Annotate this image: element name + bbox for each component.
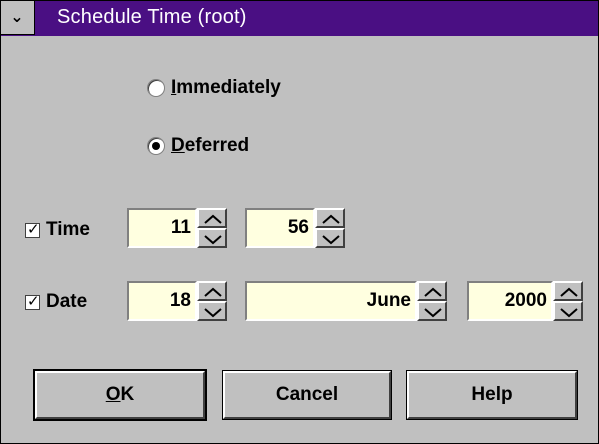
arrow-down-icon	[560, 308, 578, 318]
time-checkbox[interactable]: Time	[25, 219, 90, 241]
date-month-field[interactable]: June	[245, 281, 417, 321]
radio-immediately-label: Immediately	[171, 77, 281, 98]
date-checkbox[interactable]: Date	[25, 291, 87, 313]
date-year-up-button[interactable]	[553, 281, 583, 301]
date-year-spinner[interactable]	[553, 281, 583, 321]
time-minute-down-button[interactable]	[315, 228, 345, 248]
time-hour-down-button[interactable]	[197, 228, 227, 248]
arrow-up-icon	[322, 214, 340, 224]
help-button[interactable]: Help	[407, 371, 577, 419]
arrow-up-icon	[204, 214, 222, 224]
radio-immediately-indicator[interactable]	[147, 79, 165, 97]
time-minute-up-button[interactable]	[315, 208, 345, 228]
ok-button[interactable]: OK	[35, 371, 205, 419]
time-checkbox-box[interactable]	[25, 220, 40, 238]
date-month-down-button[interactable]	[417, 301, 447, 321]
arrow-down-icon	[322, 235, 340, 245]
schedule-time-dialog: ⌄ Schedule Time (root) Immediately Defer…	[0, 0, 599, 444]
window-title: Schedule Time (root)	[57, 6, 247, 28]
date-checkbox-box[interactable]	[25, 292, 40, 310]
time-hour-spinner[interactable]	[197, 208, 227, 248]
time-minute-spinner[interactable]	[315, 208, 345, 248]
arrow-up-icon	[560, 287, 578, 297]
time-checkbox-label: Time	[46, 219, 91, 240]
cancel-button[interactable]: Cancel	[223, 371, 391, 419]
radio-deferred[interactable]: Deferred	[147, 135, 249, 157]
date-year-down-button[interactable]	[553, 301, 583, 321]
date-day-spinner[interactable]	[197, 281, 227, 321]
system-menu-icon: ⌄	[10, 7, 24, 26]
arrow-down-icon	[204, 308, 222, 318]
arrow-up-icon	[424, 287, 442, 297]
date-month-spinner[interactable]	[417, 281, 447, 321]
arrow-up-icon	[204, 287, 222, 297]
time-hour-field[interactable]: 11	[127, 208, 197, 248]
arrow-down-icon	[204, 235, 222, 245]
date-day-down-button[interactable]	[197, 301, 227, 321]
radio-deferred-label: Deferred	[171, 135, 250, 156]
time-minute-field[interactable]: 56	[245, 208, 315, 248]
title-bar[interactable]: ⌄ Schedule Time (root)	[1, 1, 598, 36]
arrow-down-icon	[424, 308, 442, 318]
date-checkbox-label: Date	[46, 291, 88, 312]
time-hour-up-button[interactable]	[197, 208, 227, 228]
radio-immediately[interactable]: Immediately	[147, 77, 281, 99]
radio-deferred-indicator[interactable]	[147, 137, 165, 155]
date-day-field[interactable]: 18	[127, 281, 197, 321]
date-year-field[interactable]: 2000	[467, 281, 553, 321]
date-month-up-button[interactable]	[417, 281, 447, 301]
system-menu-button[interactable]: ⌄	[1, 1, 35, 35]
date-day-up-button[interactable]	[197, 281, 227, 301]
